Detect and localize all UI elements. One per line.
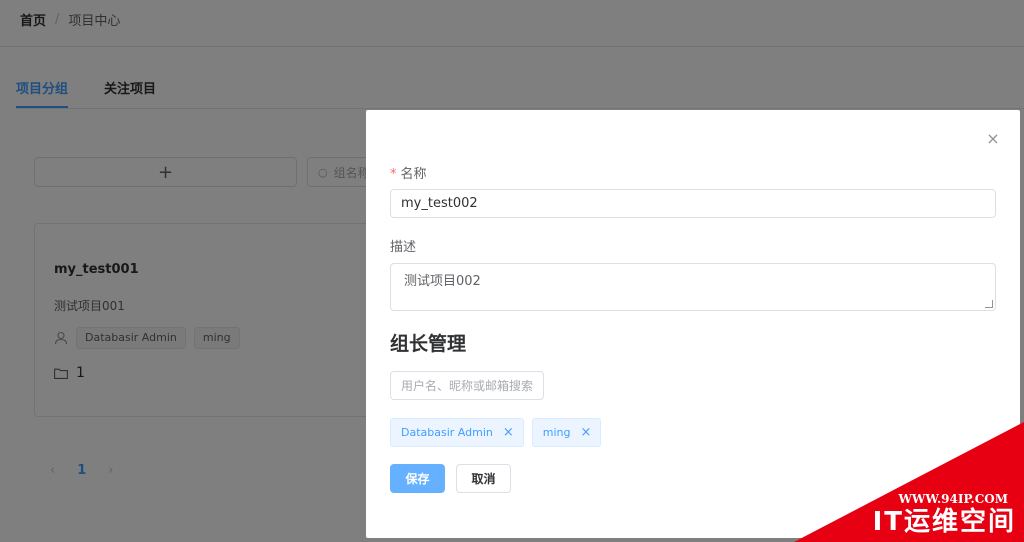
user-tag-label: Databasir Admin bbox=[401, 426, 493, 439]
name-label-text: 名称 bbox=[400, 167, 427, 182]
section-title-owner-management: 组长管理 bbox=[390, 333, 467, 355]
description-label: 描述 bbox=[390, 240, 417, 255]
save-button[interactable]: 保存 bbox=[390, 464, 445, 493]
description-textarea[interactable]: 测试项目002 bbox=[390, 263, 996, 311]
tag-close-icon[interactable]: × bbox=[581, 419, 592, 446]
name-label: * 名称 bbox=[390, 163, 427, 182]
required-mark: * bbox=[390, 167, 397, 182]
tag-close-icon[interactable]: × bbox=[503, 419, 514, 446]
name-input[interactable] bbox=[390, 189, 996, 218]
selected-user-tags: Databasir Admin × ming × bbox=[390, 418, 609, 447]
description-field: 测试项目002 bbox=[390, 263, 996, 311]
watermark: WWW.94IP.COM IT运维空间 bbox=[794, 422, 1024, 542]
close-icon[interactable]: × bbox=[986, 131, 1000, 147]
watermark-brand: IT运维空间 bbox=[872, 507, 1016, 537]
user-tag-label: ming bbox=[542, 426, 571, 439]
user-search-input[interactable] bbox=[390, 371, 544, 400]
cancel-button[interactable]: 取消 bbox=[456, 464, 511, 493]
user-tag: Databasir Admin × bbox=[390, 418, 524, 447]
user-tag: ming × bbox=[531, 418, 602, 447]
resize-handle[interactable] bbox=[985, 300, 993, 308]
